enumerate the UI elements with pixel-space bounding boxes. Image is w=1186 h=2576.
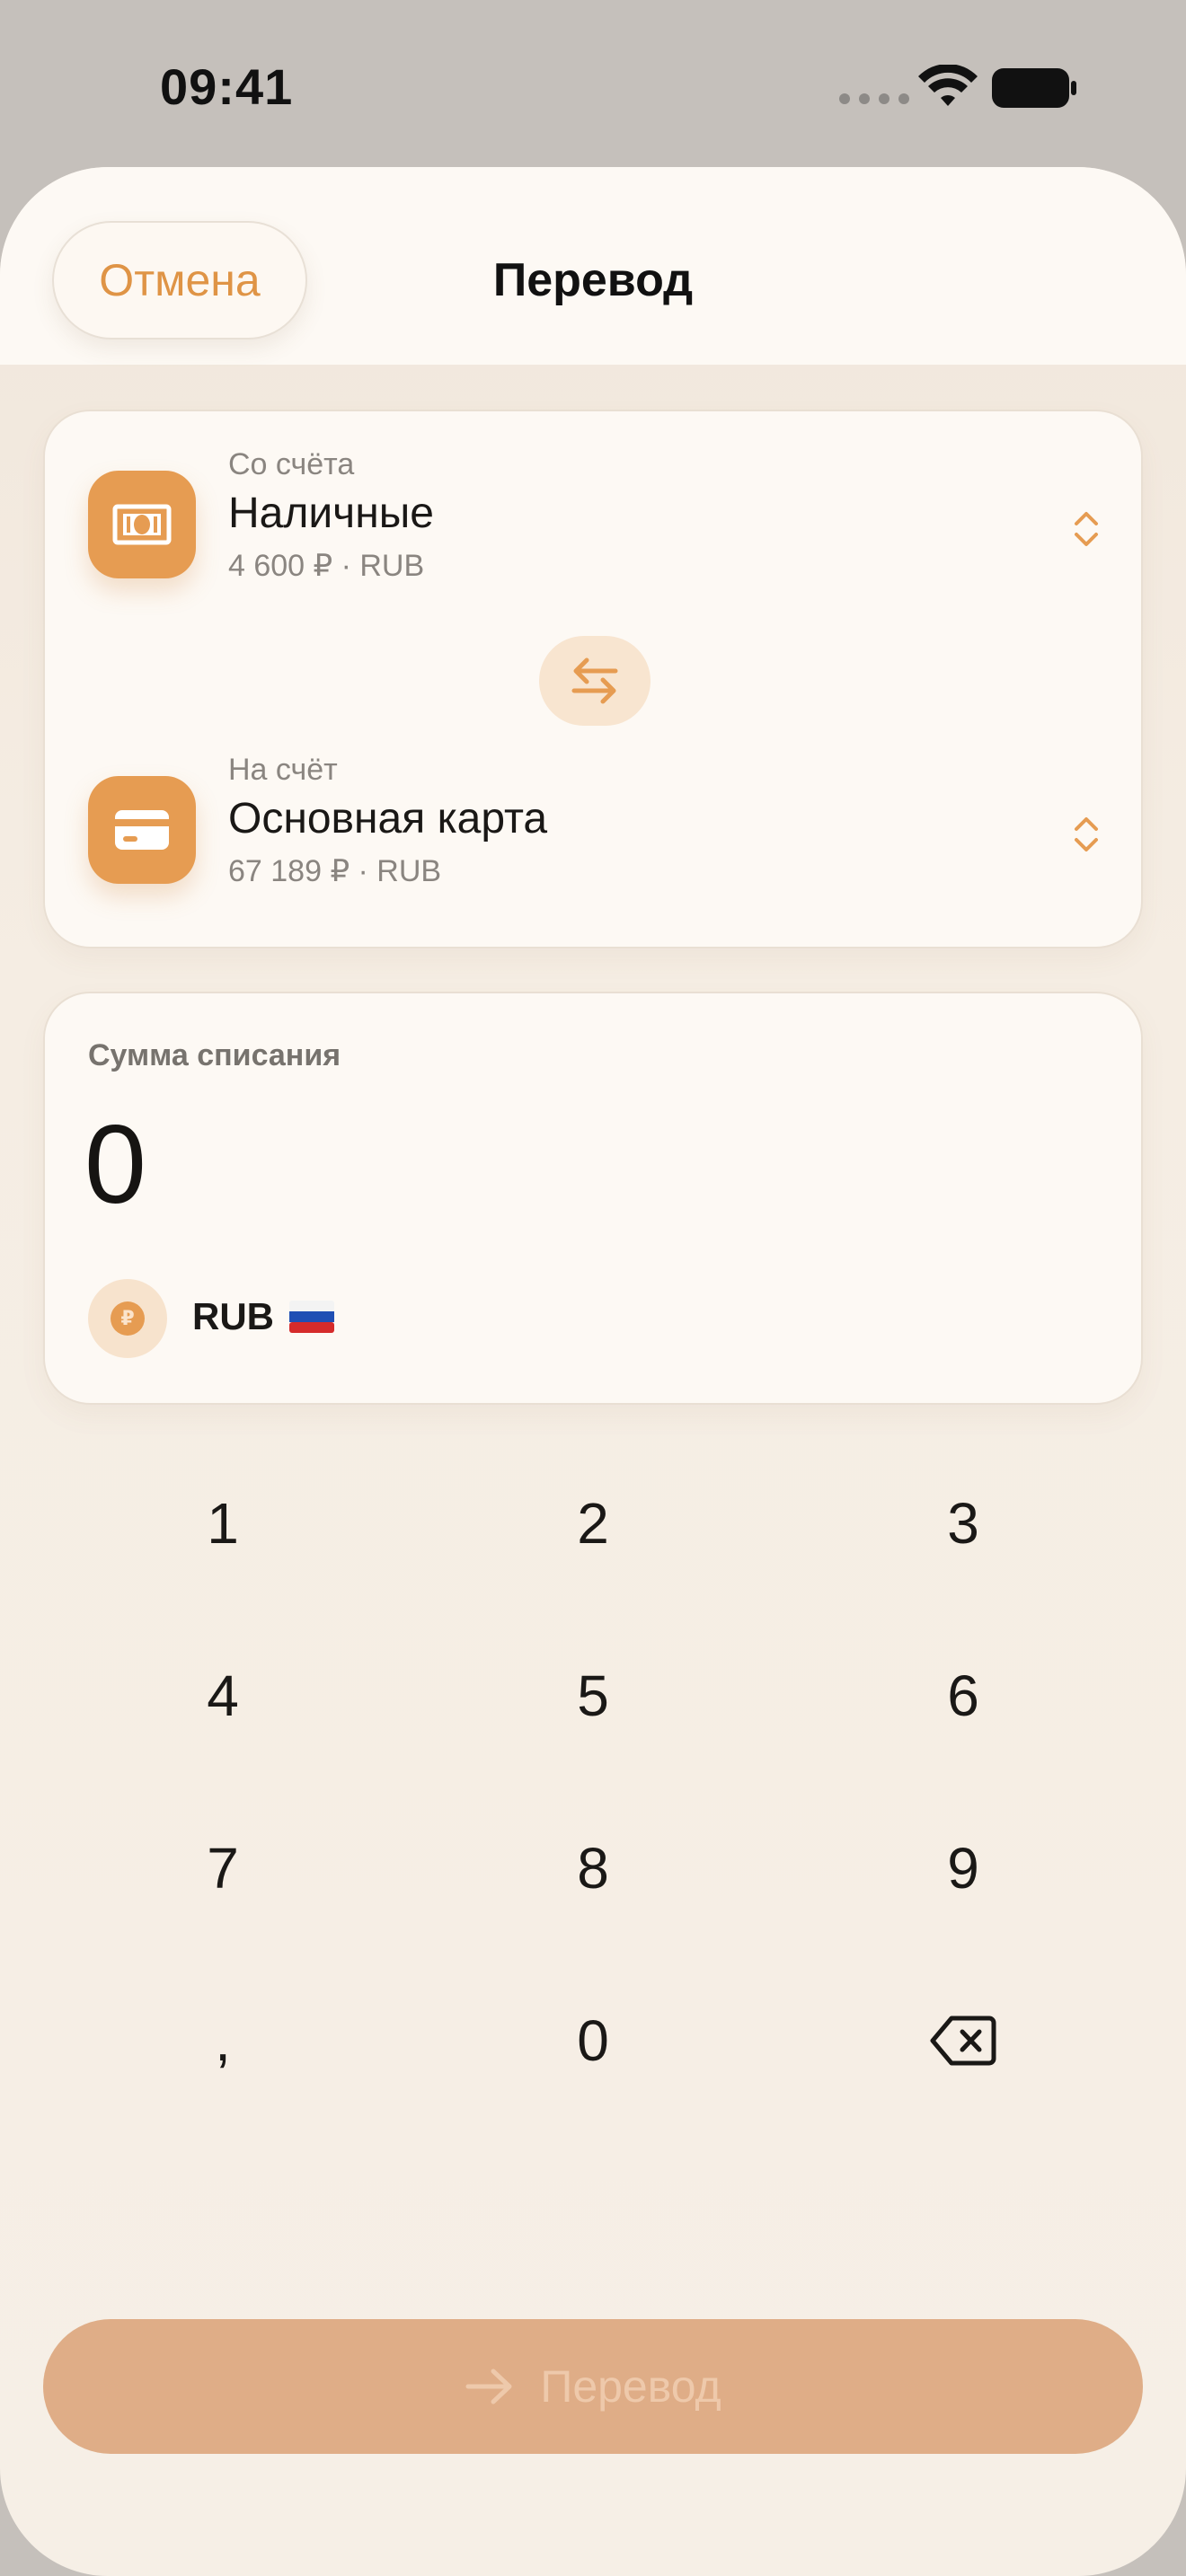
- cellular-signal-icon: [839, 93, 909, 104]
- backspace-icon: [930, 2016, 996, 2066]
- key-6[interactable]: 6: [828, 1633, 1098, 1759]
- credit-card-icon: [88, 776, 196, 884]
- status-bar: 09:41: [0, 0, 1186, 167]
- from-account-name: Наличные: [228, 490, 434, 537]
- key-0[interactable]: 0: [458, 1978, 728, 2104]
- from-account-selector[interactable]: Со счёта Наличные 4 600 ₽ · RUB: [45, 447, 1141, 609]
- to-account-name: Основная карта: [228, 795, 548, 842]
- backspace-button[interactable]: [828, 1978, 1098, 2104]
- key-2[interactable]: 2: [458, 1460, 728, 1586]
- swap-accounts-button[interactable]: [539, 636, 651, 726]
- transfer-submit-button[interactable]: Перевод: [43, 2319, 1143, 2454]
- key-1[interactable]: 1: [88, 1460, 358, 1586]
- key-decimal-comma[interactable]: ,: [88, 1978, 358, 2104]
- transfer-button-label: Перевод: [540, 2361, 721, 2412]
- russia-flag-icon: [289, 1301, 334, 1333]
- wifi-icon: [918, 65, 978, 106]
- arrow-right-icon: [465, 2369, 512, 2404]
- key-4[interactable]: 4: [88, 1633, 358, 1759]
- key-5[interactable]: 5: [458, 1633, 728, 1759]
- to-account-caption: На счёт: [228, 753, 338, 787]
- status-time: 09:41: [160, 58, 294, 115]
- amount-value[interactable]: 0: [84, 1101, 146, 1229]
- amount-card: Сумма списания 0 ₽ RUB: [43, 992, 1143, 1405]
- to-account-balance: 67 189 ₽ · RUB: [228, 854, 442, 888]
- chevron-updown-icon: [1075, 512, 1098, 546]
- key-8[interactable]: 8: [458, 1805, 728, 1931]
- chevron-updown-icon: [1075, 817, 1098, 851]
- amount-label: Сумма списания: [88, 1038, 341, 1072]
- key-7[interactable]: 7: [88, 1805, 358, 1931]
- key-3[interactable]: 3: [828, 1460, 1098, 1586]
- currency-code[interactable]: RUB: [192, 1295, 274, 1338]
- page-title: Перевод: [492, 254, 694, 306]
- battery-icon: [992, 68, 1076, 108]
- from-account-balance: 4 600 ₽ · RUB: [228, 549, 425, 583]
- accounts-card: Со счёта Наличные 4 600 ₽ · RUB На счёт …: [43, 410, 1143, 948]
- transfer-sheet: Отмена Перевод Со счёта Наличные 4 600 ₽…: [0, 167, 1186, 2576]
- swap-arrows-icon: [571, 657, 618, 704]
- sheet-header: Отмена Перевод: [0, 167, 1186, 365]
- cash-icon: [88, 471, 196, 578]
- from-account-caption: Со счёта: [228, 447, 355, 481]
- to-account-selector[interactable]: На счёт Основная карта 67 189 ₽ · RUB: [45, 753, 1141, 914]
- ruble-icon: ₽: [111, 1301, 145, 1336]
- currency-badge[interactable]: ₽: [88, 1279, 167, 1358]
- key-9[interactable]: 9: [828, 1805, 1098, 1931]
